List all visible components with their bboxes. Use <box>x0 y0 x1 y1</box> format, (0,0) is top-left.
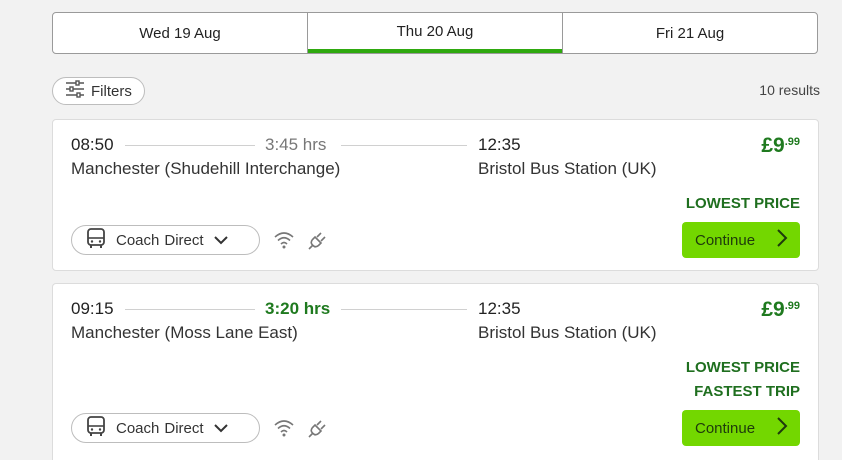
departure-station: Manchester (Shudehill Interchange) <box>71 159 341 178</box>
arrival-time: 12:35 <box>478 299 521 318</box>
results-count: 10 results <box>759 82 820 98</box>
trip-duration: 3:20 hrs <box>265 299 331 318</box>
chevron-right-icon <box>776 229 788 251</box>
trip-duration: 3:45 hrs <box>265 135 327 154</box>
departure-station: Manchester (Moss Lane East) <box>71 323 298 342</box>
price-decimal: .99 <box>784 300 800 312</box>
transport-mode-dropdown[interactable]: Coach Direct <box>71 413 260 443</box>
departure-time: 08:50 <box>71 135 114 154</box>
price-decimal: .99 <box>784 136 800 148</box>
amenities <box>273 229 329 256</box>
chevron-right-icon <box>776 417 788 439</box>
price-main: £9 <box>761 134 785 157</box>
mode-word: Coach <box>116 419 160 437</box>
bus-icon <box>86 227 106 253</box>
tab-wed-19-aug[interactable]: Wed 19 Aug <box>53 13 307 53</box>
chevron-down-icon <box>213 232 228 249</box>
arrival-station: Bristol Bus Station (UK) <box>478 159 657 178</box>
tab-label: Wed 19 Aug <box>139 24 221 42</box>
trip-card: 09:15 3:20 hrs 12:35 Manchester (Moss La… <box>52 283 819 460</box>
power-plug-icon <box>307 417 329 444</box>
timeline-divider <box>341 309 467 310</box>
timeline-divider <box>125 145 255 146</box>
transport-mode-label: Coach Direct <box>116 420 204 437</box>
continue-label: Continue <box>695 419 756 437</box>
chevron-down-icon <box>213 420 228 437</box>
tab-fri-21-aug[interactable]: Fri 21 Aug <box>562 13 817 53</box>
filter-sliders-icon <box>65 80 85 102</box>
mode-word: Coach <box>116 231 160 249</box>
continue-button[interactable]: Continue <box>682 410 800 446</box>
power-plug-icon <box>307 229 329 256</box>
transport-mode-dropdown[interactable]: Coach Direct <box>71 225 260 255</box>
fastest-trip-badge: FASTEST TRIP <box>694 383 800 400</box>
price-main: £9 <box>761 298 785 321</box>
filters-label: Filters <box>91 82 132 100</box>
timeline-divider <box>341 145 467 146</box>
trip-card: 08:50 3:45 hrs 12:35 Manchester (Shudehi… <box>52 119 819 271</box>
tab-label: Thu 20 Aug <box>396 22 474 40</box>
date-tabs: Wed 19 Aug Thu 20 Aug Fri 21 Aug <box>52 12 818 54</box>
lowest-price-badge: LOWEST PRICE <box>685 195 800 212</box>
wifi-icon <box>273 418 295 443</box>
mode-word: Direct <box>164 231 204 249</box>
mode-word: Direct <box>164 419 204 437</box>
lowest-price-badge: LOWEST PRICE <box>685 359 800 376</box>
trip-price: £9 .99 <box>761 134 800 158</box>
tab-label: Fri 21 Aug <box>655 24 725 42</box>
tab-thu-20-aug[interactable]: Thu 20 Aug <box>307 13 562 53</box>
bus-icon <box>86 415 106 441</box>
arrival-station: Bristol Bus Station (UK) <box>478 323 657 342</box>
timeline-divider <box>125 309 255 310</box>
transport-mode-label: Coach Direct <box>116 232 204 249</box>
continue-button[interactable]: Continue <box>682 222 800 258</box>
search-results-page: Wed 19 Aug Thu 20 Aug Fri 21 Aug Filters… <box>0 0 842 460</box>
trip-price: £9 .99 <box>761 298 800 322</box>
filters-button[interactable]: Filters <box>52 77 145 105</box>
arrival-time: 12:35 <box>478 135 521 154</box>
amenities <box>273 417 329 444</box>
continue-label: Continue <box>695 231 756 249</box>
wifi-icon <box>273 230 295 255</box>
departure-time: 09:15 <box>71 299 114 318</box>
